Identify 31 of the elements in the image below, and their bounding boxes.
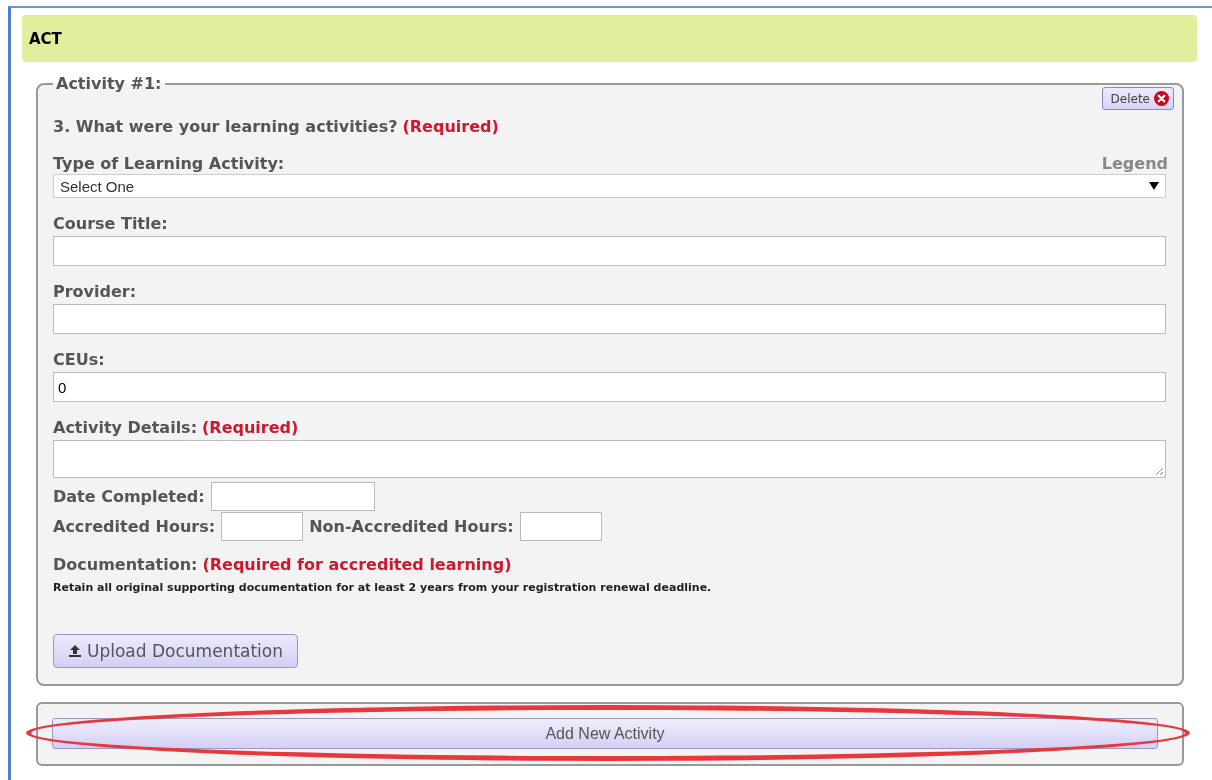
resize-grip-icon[interactable] — [1154, 466, 1164, 476]
documentation-note: Retain all original supporting documentation for at least 2 years from your registration renewal deadline. — [53, 581, 713, 594]
input-field[interactable] — [53, 304, 1166, 334]
field-label: Course Title: — [53, 214, 168, 233]
input-field[interactable] — [210, 482, 375, 511]
field-label: Documentation: — [53, 555, 198, 574]
delete-button[interactable]: Delete — [1101, 87, 1174, 110]
section-title: ACT — [29, 29, 62, 48]
select-field[interactable]: Select One — [53, 174, 1166, 198]
input-field[interactable] — [519, 512, 602, 541]
question-text: 3. What were your learning activities? — [53, 117, 398, 136]
input-field[interactable] — [221, 512, 304, 541]
upload-icon — [68, 644, 82, 658]
add-activity-button[interactable]: Add New Activity — [52, 718, 1158, 749]
input-field[interactable]: 0 — [53, 372, 1166, 402]
textarea-field[interactable] — [53, 440, 1166, 478]
field-label: Provider: — [53, 282, 137, 301]
required-note: (Required for accredited learning) — [202, 555, 512, 574]
activity-legend: Activity #1: — [53, 74, 165, 93]
field-label: Date Completed: — [53, 487, 205, 506]
field-label: Type of Learning Activity: — [53, 154, 285, 173]
required-note: (Required) — [402, 117, 499, 136]
field-label: CEUs: — [53, 350, 105, 369]
dropdown-icon — [1149, 182, 1159, 190]
upload-button[interactable]: Upload Documentation — [53, 634, 299, 668]
required-note: (Required) — [202, 418, 299, 437]
input-field[interactable] — [53, 236, 1166, 266]
field-label: Accredited Hours: — [53, 517, 216, 536]
field-label: Non-Accredited Hours: — [309, 517, 514, 536]
field-label: Activity Details: — [53, 418, 198, 437]
close-icon — [1154, 91, 1169, 106]
